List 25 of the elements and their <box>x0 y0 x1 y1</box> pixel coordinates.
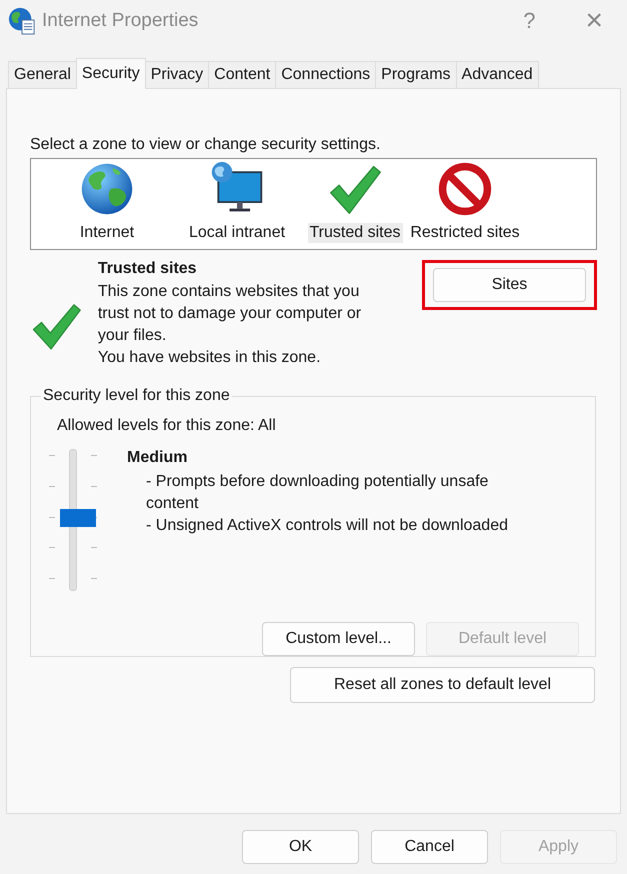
globe-icon <box>79 161 135 217</box>
group-legend: Security level for this zone <box>41 387 232 405</box>
button[interactable]: Reset all zones to default level <box>290 667 595 703</box>
zone-item[interactable]: Local intranet <box>186 223 288 243</box>
prohibited-icon <box>437 161 493 217</box>
tab[interactable]: General <box>8 61 77 88</box>
level-detail: - Unsigned ActiveX controls will not be downloaded <box>145 516 509 536</box>
zone-title: Trusted sites <box>98 259 198 279</box>
level-detail: - Prompts before downloading potentially unsafe content <box>145 472 490 514</box>
button[interactable]: Sites <box>433 268 586 302</box>
level-name: Medium <box>127 448 188 468</box>
button[interactable]: Custom level... <box>262 622 415 656</box>
zone-prompt: Select a zone to view or change security settings. <box>30 136 382 154</box>
zone-item[interactable]: Restricted sites <box>408 223 522 243</box>
zone-description: This zone contains websites that you trust not to damage your computer or your files. <box>98 282 362 346</box>
button[interactable]: Cancel <box>371 830 488 864</box>
app-globe-icon <box>8 7 36 35</box>
tab[interactable]: Advanced <box>456 61 539 88</box>
tab[interactable]: Security <box>76 58 146 89</box>
zone-item[interactable]: Trusted sites <box>308 223 402 243</box>
button[interactable]: OK <box>242 830 359 864</box>
allowed-levels-text: Allowed levels for this zone: All <box>57 417 277 435</box>
window-title: Internet Properties <box>42 10 198 32</box>
zone-item[interactable]: Internet <box>78 223 136 243</box>
zone-description: You have websites in this zone. <box>98 348 322 368</box>
